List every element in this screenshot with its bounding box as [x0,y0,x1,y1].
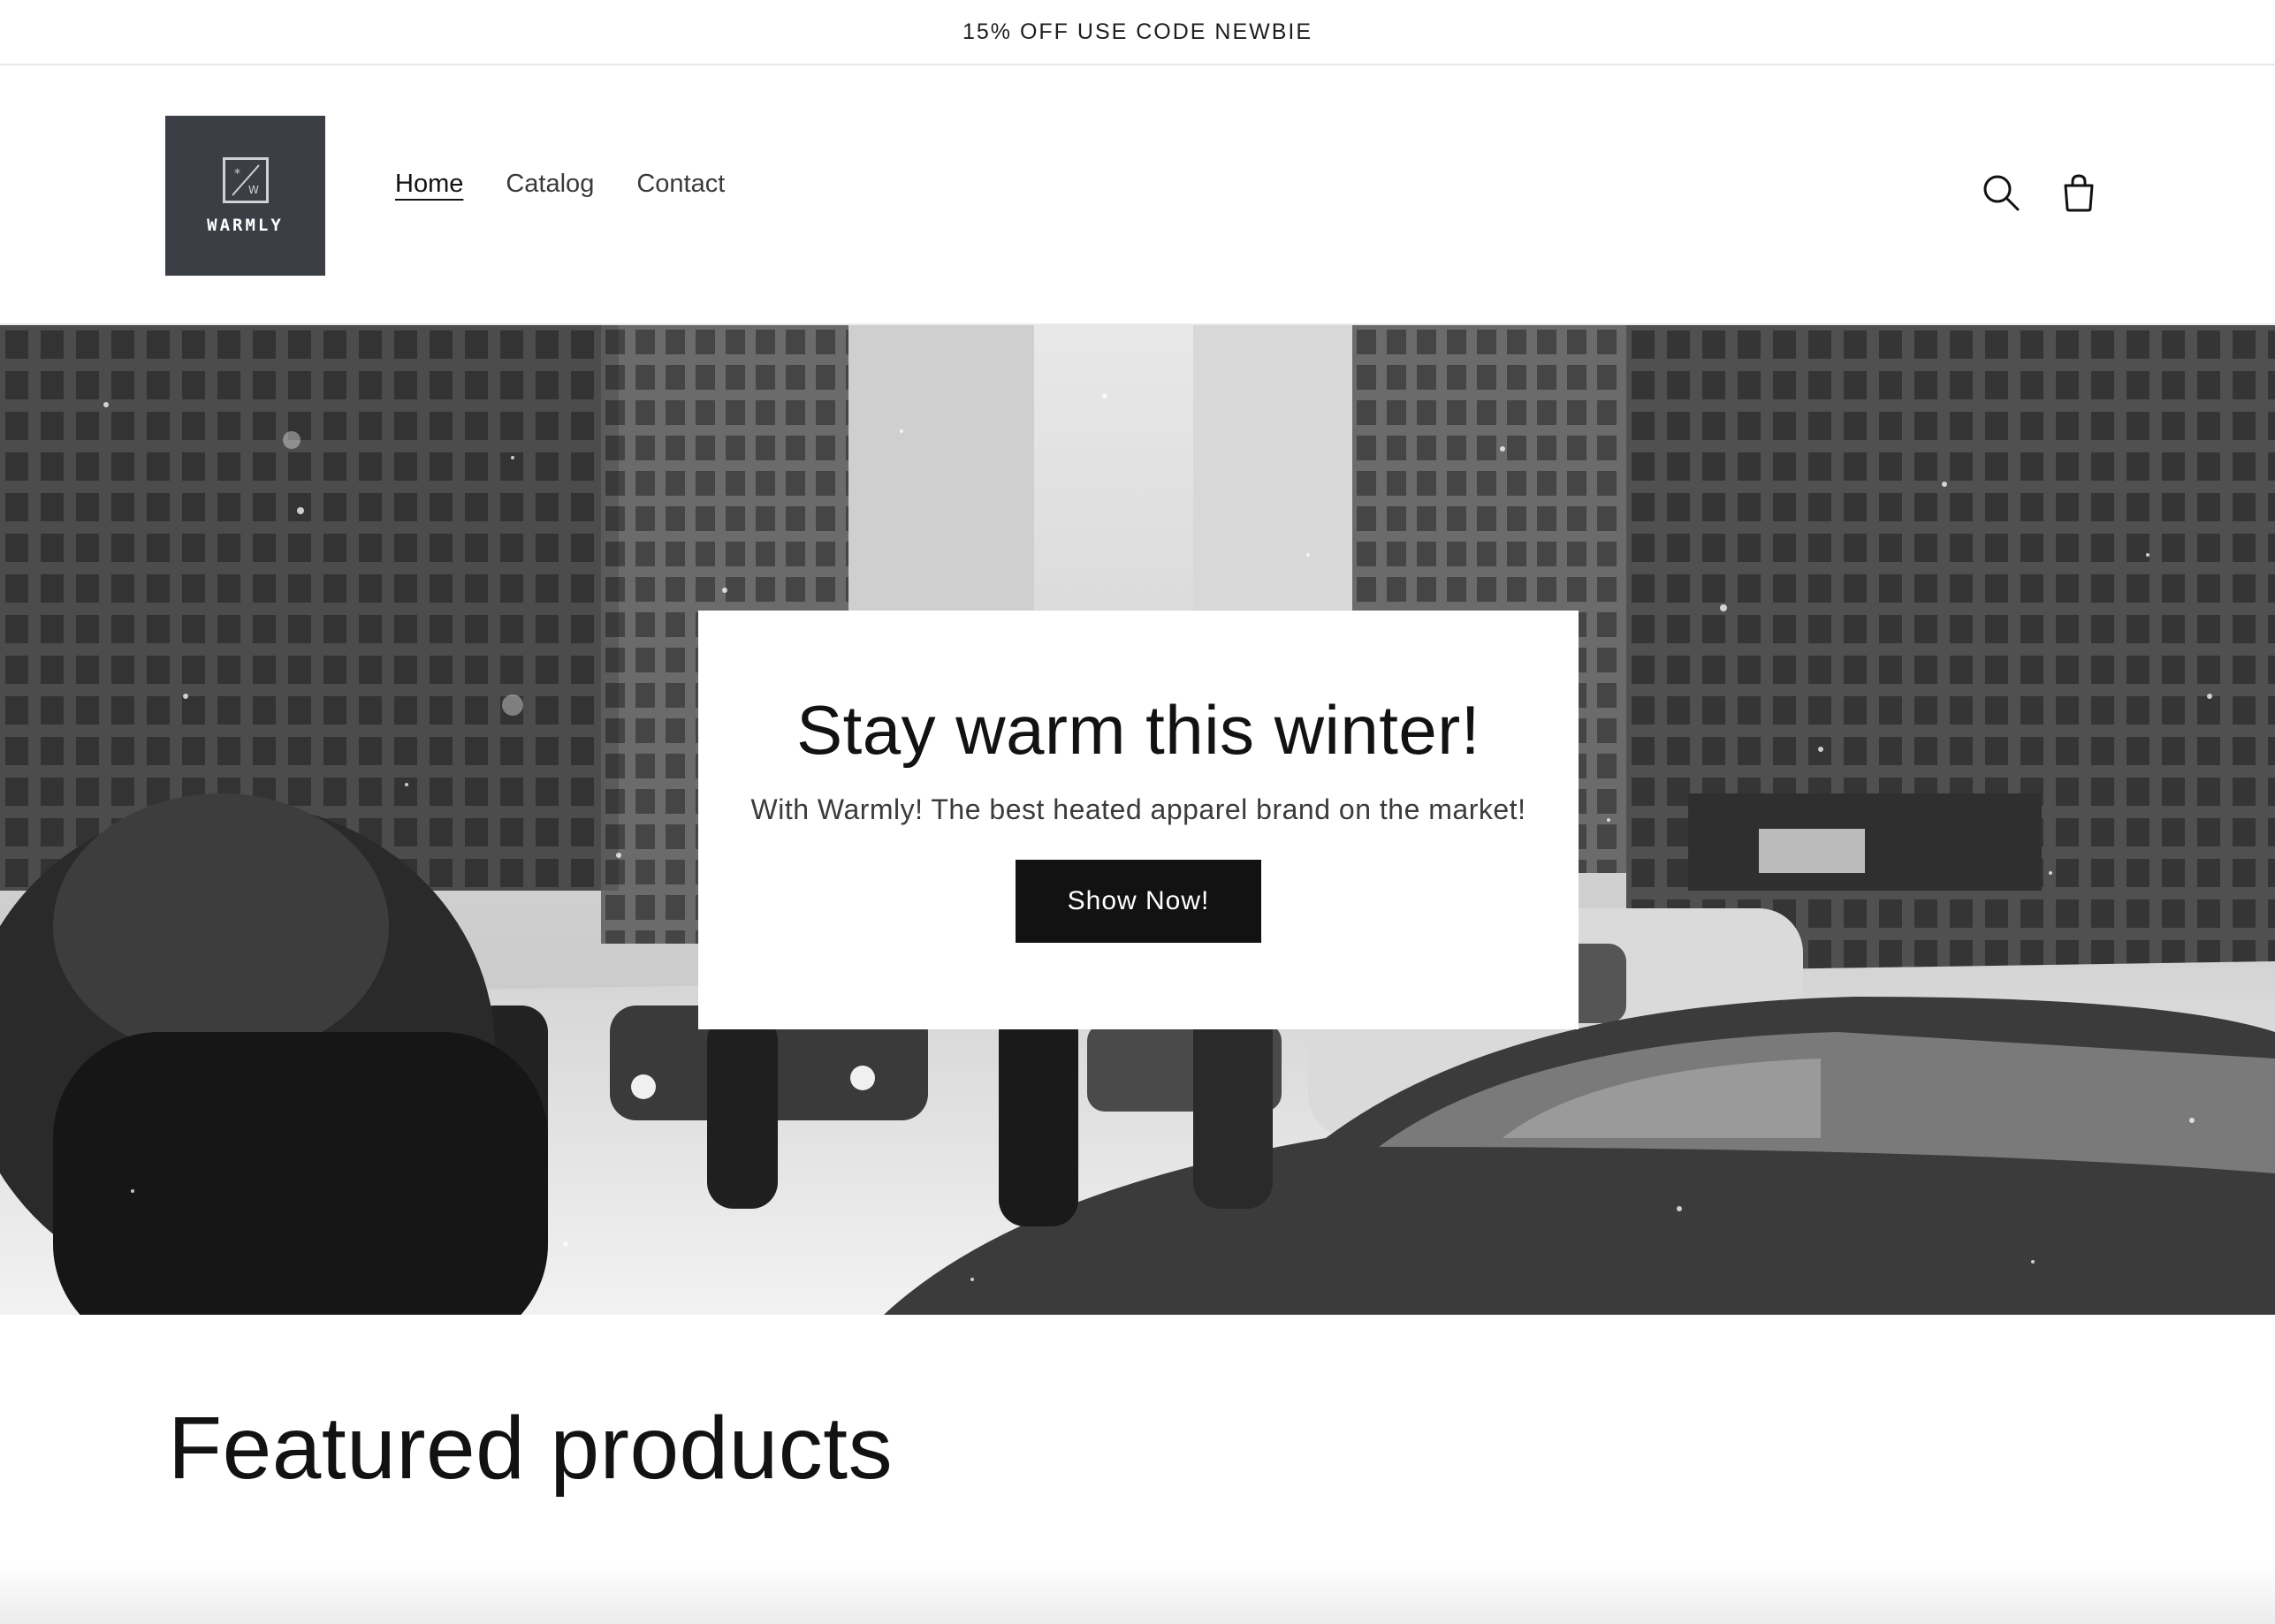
nav-item-home[interactable]: Home [395,170,463,199]
featured-heading: Featured products [168,1399,894,1498]
logo-text: WARMLY [207,215,284,235]
nav-item-catalog[interactable]: Catalog [506,170,594,199]
main-nav: Home Catalog Contact [395,170,725,199]
hero-card: Stay warm this winter! With Warmly! The … [698,611,1579,1029]
announcement-bar: 15% OFF USE CODE NEWBIE [0,0,2275,65]
logo-mark-icon: * W [222,156,269,203]
svg-text:*: * [234,167,240,181]
hero-title: Stay warm this winter! [796,691,1480,769]
announcement-text: 15% OFF USE CODE NEWBIE [962,19,1313,44]
section-divider [0,1564,2275,1624]
cart-icon[interactable] [2058,171,2100,214]
nav-item-contact[interactable]: Contact [636,170,725,199]
search-icon[interactable] [1980,171,2022,214]
hero-banner: Stay warm this winter! With Warmly! The … [0,325,2275,1315]
shop-now-button[interactable]: Show Now! [1016,860,1261,943]
site-header: * W WARMLY Home Catalog Contact [0,65,2275,325]
logo[interactable]: * W WARMLY [165,116,325,276]
svg-text:W: W [248,184,259,196]
hero-subtitle: With Warmly! The best heated apparel bra… [750,793,1526,825]
